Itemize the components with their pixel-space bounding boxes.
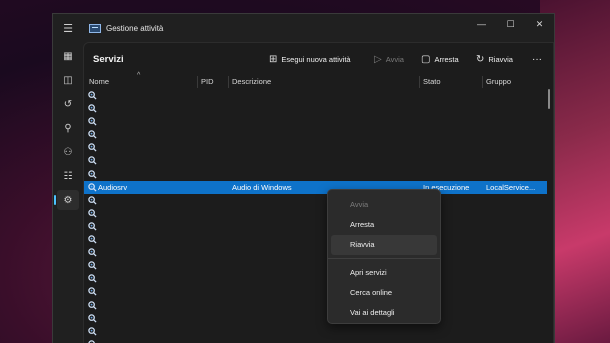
startup-apps-icon[interactable]: ⚲ [57,118,79,138]
table-row[interactable] [84,312,547,325]
table-row[interactable] [84,168,547,181]
performance-icon[interactable]: ◫ [57,70,79,90]
menu-item-stop[interactable]: Arresta [331,215,437,235]
restart-icon: ↻ [476,53,485,65]
table-row[interactable] [84,141,547,154]
more-options-button[interactable]: ··· [532,52,542,66]
menu-separator [328,258,440,259]
task-manager-app-icon [89,23,101,33]
app-history-icon[interactable]: ↺ [57,94,79,114]
column-divider[interactable] [228,76,229,88]
column-status[interactable]: Stato [423,77,441,86]
start-button[interactable]: ▷ Avvia [374,52,404,66]
service-icon [88,117,97,126]
menu-item-open-services[interactable]: Apri servizi [331,263,437,283]
table-row[interactable] [84,115,547,128]
service-icon [88,143,97,152]
menu-item-search-online[interactable]: Cerca online [331,283,437,303]
restart-button[interactable]: ↻ Riavvia [476,52,513,66]
column-divider[interactable] [482,76,483,88]
sort-ascending-icon: ^ [137,72,141,79]
menu-item-go-to-details[interactable]: Vai ai dettagli [331,303,437,323]
table-row[interactable] [84,154,547,167]
play-icon: ▷ [374,53,382,65]
services-icon[interactable]: ⚙ [54,190,79,210]
more-options-icon: ··· [532,53,542,65]
task-manager-window: ☰ Gestione attività — ☐ ✕ ▦ ◫ ↺ ⚲ ⚇ ☷ ⚙ … [52,13,555,343]
table-row[interactable] [84,299,547,312]
column-group[interactable]: Gruppo [486,77,511,86]
menu-item-start[interactable]: Avvia [331,195,437,215]
service-icon [88,130,97,139]
service-icon [88,300,97,310]
services-list: Audiosrv Audio di Windows In esecuzione Loc… [84,89,547,343]
service-icon [88,287,97,296]
menu-item-restart[interactable]: Riavvia [331,235,437,255]
table-row[interactable] [84,246,547,259]
page-title: Servizi [93,54,124,65]
window-title: Gestione attività [106,23,164,33]
users-icon[interactable]: ⚇ [57,142,79,162]
hamburger-menu-icon[interactable]: ☰ [53,14,83,42]
table-row[interactable] [84,285,547,298]
table-row[interactable] [84,194,547,207]
service-icon [88,209,97,218]
table-row[interactable] [84,338,547,343]
table-row[interactable] [84,233,547,246]
service-icon [88,222,97,231]
table-row[interactable] [84,128,547,141]
table-row[interactable] [84,259,547,272]
column-description[interactable]: Descrizione [232,77,271,86]
restart-label: Riavvia [488,54,513,64]
service-icon [88,248,97,257]
toolbar: Servizi ⊞ Esegui nuova attività ▷ Avvia … [84,43,555,75]
window-controls: — ☐ ✕ [467,14,554,34]
stop-icon: ▢ [421,53,431,65]
service-icon [88,156,97,166]
stop-button[interactable]: ▢ Arresta [421,52,459,66]
table-header: ^ Nome PID Descrizione Stato Gruppo [84,72,555,89]
context-menu: Avvia Arresta Riavvia Apri servizi Cerca… [327,189,441,324]
column-pid[interactable]: PID [201,77,214,86]
run-new-task-label: Esegui nuova attività [281,54,351,64]
cell-name: Audiosrv [98,182,128,192]
service-icon [88,182,97,192]
service-icon [88,104,97,113]
cell-description: Audio di Windows [232,182,292,192]
table-row[interactable] [84,102,547,115]
stop-label: Arresta [434,54,459,64]
service-icon [88,326,97,336]
title-bar: ☰ Gestione attività — ☐ ✕ [53,14,554,42]
service-icon [88,169,97,179]
service-icon [88,313,97,323]
details-icon[interactable]: ☷ [57,166,79,186]
vertical-scrollbar[interactable] [548,89,550,109]
table-row[interactable] [84,272,547,285]
column-divider[interactable] [197,76,198,88]
service-icon [88,91,97,100]
service-icon [88,235,97,244]
new-task-icon: ⊞ [269,53,278,65]
table-row[interactable] [84,325,547,338]
cell-group: LocalService... [486,182,536,192]
table-row[interactable]: Audiosrv Audio di Windows In esecuzione Loc… [84,180,547,194]
minimize-icon[interactable]: — [467,14,496,34]
run-new-task-button[interactable]: ⊞ Esegui nuova attività [269,52,351,66]
service-icon [88,274,97,283]
processes-icon[interactable]: ▦ [57,46,79,66]
maximize-icon[interactable]: ☐ [496,14,525,34]
column-divider[interactable] [419,76,420,88]
start-label: Avvia [385,54,404,64]
service-icon [88,196,97,205]
table-row[interactable] [84,207,547,220]
table-row[interactable] [84,220,547,233]
sidebar: ▦ ◫ ↺ ⚲ ⚇ ☷ ⚙ [53,42,83,343]
services-page: Servizi ⊞ Esegui nuova attività ▷ Avvia … [83,42,554,343]
service-icon [88,261,97,270]
column-name[interactable]: Nome [89,77,109,86]
close-icon[interactable]: ✕ [525,14,554,34]
table-row[interactable] [84,89,547,102]
